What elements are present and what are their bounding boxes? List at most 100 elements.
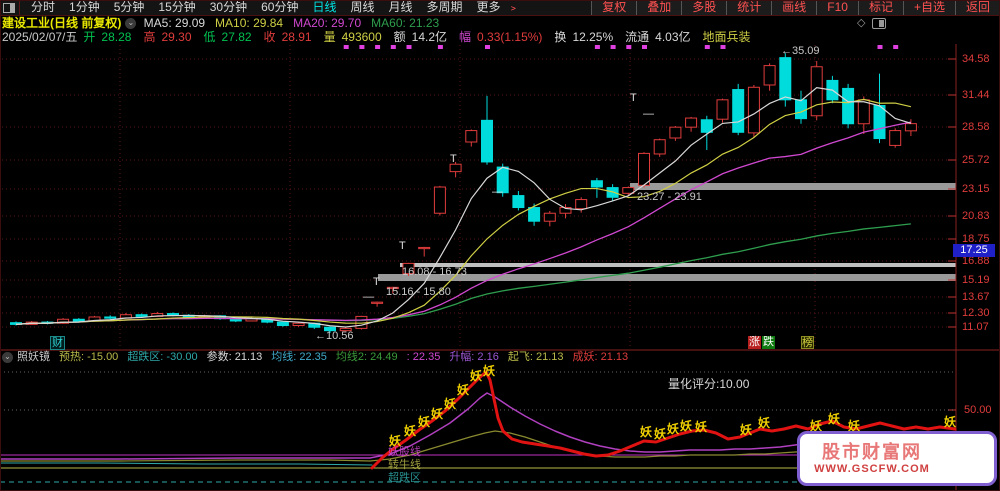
chart-annotation-7: T [399, 240, 406, 252]
menu-bar: 分时 1分钟 5分钟 15分钟 30分钟 60分钟 日线 周线 月线 多周期 更多 ﹥ 复权 叠加 多股统… [0, 0, 1000, 16]
chart-annotation-2: 23.27 - 23.91 [637, 191, 702, 203]
axis-price-label: 23.15 [962, 183, 990, 195]
indicator-param-5: 均线2: 24.49 [335, 351, 398, 363]
tool-item-5[interactable]: 画线 [771, 0, 817, 15]
watermark-badge-1: 指标分享 [943, 443, 987, 455]
ma-label-4: MA60: 21.23 [371, 16, 440, 30]
menu-item-7[interactable]: 日线 [305, 0, 343, 15]
chart-annotation-3: 16.08 - 16.73 [402, 266, 467, 278]
watermark-url: WWW.GSCFW.COM [814, 463, 930, 475]
quote-field-量: 量 493600 [323, 30, 382, 44]
chart-annotation-11: — [492, 186, 503, 198]
tool-item-2[interactable]: 叠加 [636, 0, 682, 15]
indicator-param-8: 起飞: 21.13 [507, 351, 564, 363]
menu-item-8[interactable]: 周线 [343, 0, 381, 15]
quote-field-额: 额 14.2亿 [393, 30, 448, 44]
sector-tag[interactable]: 地面兵装 [703, 30, 751, 44]
indicator-param-4: 均线: 22.35 [271, 351, 327, 363]
title-row: 建设工业(日线 前复权) ⌄ MA5: 29.09 MA10: 29.84 MA20:… [0, 16, 1000, 30]
ref-line-label-2: 转牛线 [388, 459, 421, 471]
period-menu: 分时 1分钟 5分钟 15分钟 30分钟 60分钟 日线 周线 月线 多周期 更多 ﹥ [19, 0, 524, 15]
ma-label-2: MA10: 29.84 [215, 16, 284, 30]
menu-item-6[interactable]: 60分钟 [254, 0, 305, 15]
yao-marker: 妖 [828, 412, 841, 426]
yao-marker: 妖 [944, 415, 957, 429]
quote-field-流通: 流通 4.03亿 [625, 30, 691, 44]
layout-icon[interactable] [3, 2, 15, 13]
yao-marker: 妖 [483, 364, 496, 378]
menu-item-3[interactable]: 5分钟 [107, 0, 152, 15]
axis-price-label: 28.58 [962, 121, 990, 133]
menu-item-9[interactable]: 月线 [382, 0, 420, 15]
axis-price-label: 15.19 [962, 274, 990, 286]
up-badge[interactable]: 涨 [748, 336, 761, 349]
indicator-header: ⌄ 照妖镜 预热: -15.00 超跌区: -30.00 参数: 21.13 均线: 2… [0, 351, 1000, 364]
down-badge[interactable]: 跌 [762, 336, 775, 349]
axis-price-label: 12.30 [962, 307, 990, 319]
tool-item-6[interactable]: F10 [816, 0, 858, 15]
yao-marker: 妖 [418, 415, 431, 429]
quote-field-开: 开 28.28 [83, 30, 132, 44]
rank-badge[interactable]: 榜 [801, 336, 814, 349]
menu-item-5[interactable]: 30分钟 [203, 0, 254, 15]
axis-price-label: 31.44 [962, 89, 990, 101]
finance-report-badge[interactable]: 财 [50, 336, 65, 350]
indicator-param-2: 超跌区: -30.00 [127, 351, 198, 363]
tool-item-8[interactable]: +自选 [902, 0, 955, 15]
ma-label-1: MA5: 29.09 [143, 16, 206, 30]
indicator-name: 照妖镜 [17, 351, 50, 363]
more-arrow-icon[interactable]: ﹥ [508, 0, 524, 15]
watermark: 股市财富网 WWW.GSCFW.COM 指标分享 名师课程 [797, 431, 997, 486]
chart-annotation-4: 15.16 - 15.80 [386, 286, 451, 298]
menu-item-10[interactable]: 多周期 [420, 0, 470, 15]
diamond-icon[interactable]: ◇ [857, 16, 865, 30]
chevron-down-icon[interactable]: ⌄ [2, 352, 13, 363]
tool-item-4[interactable]: 统计 [726, 0, 772, 15]
quote-field-高: 高 29.30 [143, 30, 192, 44]
axis-price-label: 11.07 [962, 321, 989, 333]
tool-item-3[interactable]: 多股 [681, 0, 727, 15]
split-window-icon[interactable] [872, 18, 886, 29]
chart-annotation-1: ←35.09 [781, 45, 820, 57]
yao-marker: 妖 [758, 416, 771, 430]
axis-price-label: 13.67 [962, 291, 990, 303]
date-label: 2025/02/07/五 [2, 30, 78, 44]
chart-annotation-10: — [363, 291, 374, 303]
indicator-param-6: : 22.35 [406, 351, 441, 363]
tool-item-9[interactable]: 返回 [954, 0, 1000, 15]
tool-item-1[interactable]: 复权 [591, 0, 637, 15]
yao-marker: 妖 [680, 419, 693, 433]
tools-menu: 复权 叠加 多股 统计 画线 F10 标记 +自选 返回 [591, 0, 1000, 15]
yao-marker: 妖 [470, 369, 483, 383]
yao-marker: 妖 [695, 420, 708, 434]
ref-line-label-3: 超跌区 [388, 472, 421, 484]
indicator-param-7: 升幅: 2.16 [449, 351, 499, 363]
menu-item-11[interactable]: 更多 [470, 0, 508, 15]
current-price-label: 17.25 [953, 244, 995, 257]
yao-marker: 妖 [457, 383, 470, 397]
axis-price-label: 25.72 [962, 154, 990, 166]
chart-annotation-5: ←10.56 [315, 330, 354, 342]
yao-marker: 妖 [667, 422, 680, 436]
menu-item-2[interactable]: 1分钟 [62, 0, 107, 15]
quote-field-幅: 幅 0.33(1.15%) [459, 30, 543, 44]
quote-field-低: 低 27.82 [203, 30, 252, 44]
quote-info-row: 2025/02/07/五开 28.28 高 29.30 低 27.82 收 28.91 量 493… [0, 30, 1000, 44]
stock-title[interactable]: 建设工业(日线 前复权) [2, 16, 121, 30]
ma-label-3: MA20: 29.70 [293, 16, 362, 30]
menu-item-1[interactable]: 分时 [24, 0, 62, 15]
chevron-down-icon[interactable]: ⌄ [125, 18, 137, 30]
indicator-axis-label: 50.00 [964, 404, 992, 416]
yao-marker: 妖 [389, 434, 402, 448]
watermark-badge-2: 名师课程 [943, 461, 987, 473]
yao-marker: 妖 [431, 407, 444, 421]
main-chart[interactable] [0, 0, 1000, 491]
menu-item-4[interactable]: 15分钟 [151, 0, 202, 15]
axis-price-label: 34.58 [962, 53, 990, 65]
yao-marker: 妖 [640, 425, 653, 439]
indicator-param-3: 参数: 21.13 [206, 351, 263, 363]
yao-marker: 妖 [654, 427, 667, 441]
chart-annotation-9: T [630, 92, 637, 104]
tool-item-7[interactable]: 标记 [857, 0, 903, 15]
quote-field-收: 收 28.91 [263, 30, 312, 44]
